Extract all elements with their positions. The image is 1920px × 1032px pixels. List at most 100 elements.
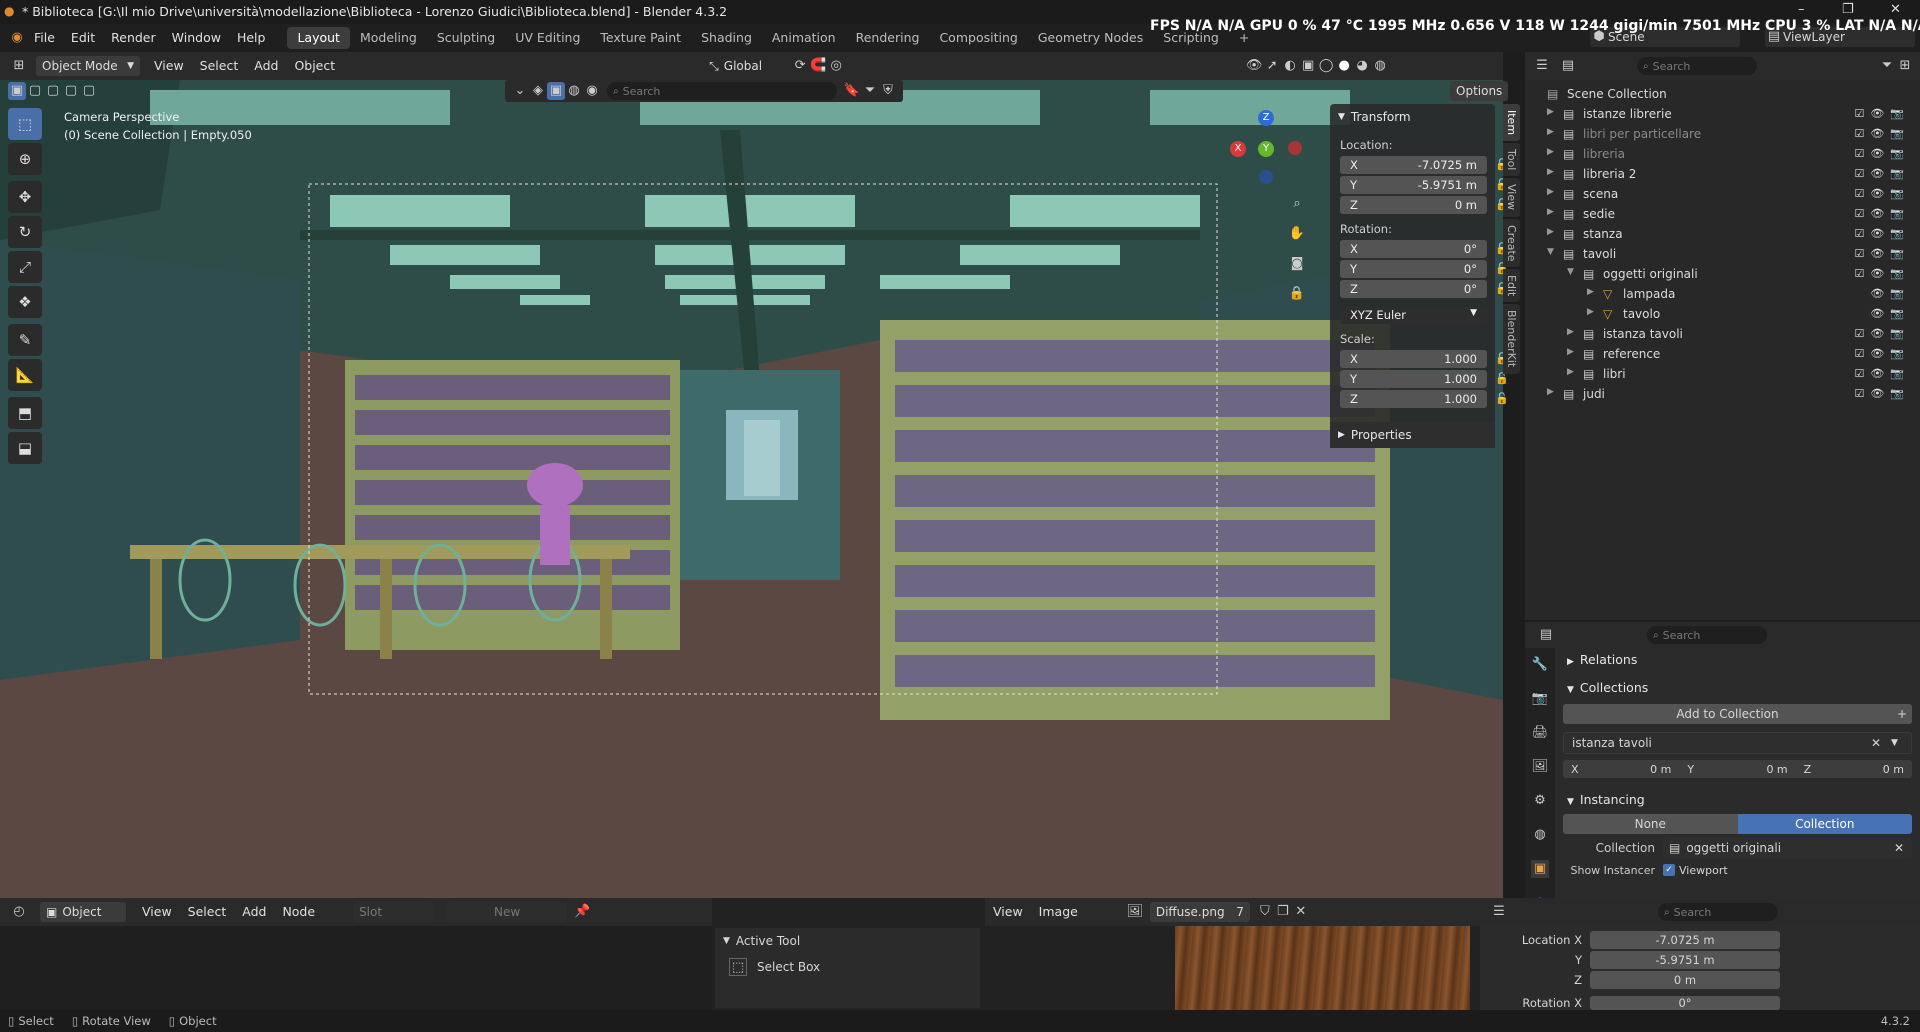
object-filter-icon[interactable]: ▣ [547,82,565,100]
3d-viewport[interactable]: Camera Perspective (0) Scene Collection … [0,80,1503,898]
close-image-icon[interactable]: ✕ [1292,903,1310,921]
visibility-toggles[interactable]: ☑👁📷 [1854,207,1910,220]
wireframe-shading-icon[interactable]: ◯ [1317,57,1335,75]
chevron-right-icon[interactable]: ▶ [1547,227,1554,237]
rotation-z-field[interactable]: Z0°🔓 [1340,280,1509,298]
node-menu-add[interactable]: Add [234,902,274,922]
outliner-row[interactable]: ▶ ▽ tavolo 👁📷 [1525,304,1920,324]
chevron-right-icon[interactable]: ▶ [1567,327,1574,337]
select-invert-icon[interactable]: ▢ [62,82,80,100]
layer-filter-icon[interactable]: ◍ [565,82,583,100]
zoom-icon[interactable]: ⌕ [1288,195,1306,213]
duplicate-image-icon[interactable]: ❐ [1274,903,1292,921]
add-object-tool-icon[interactable]: ⬓ [8,432,42,464]
viewport-menu-object[interactable]: Object [286,56,343,76]
filter-icon[interactable]: ⏷ [1878,57,1896,75]
mode-selector[interactable]: Object Mode ▼ [36,56,140,76]
chevron-down-icon[interactable]: ▼ [1567,267,1574,277]
scene-collection-row[interactable]: ▤ Scene Collection [1525,84,1920,104]
solid-shading-icon[interactable]: ● [1335,57,1353,75]
transform-tool-icon[interactable]: ❖ [8,286,42,318]
tool-tab-icon[interactable]: 🔧 [1531,656,1549,674]
visibility-toggles[interactable]: ☑👁📷 [1854,227,1910,240]
chevron-right-icon[interactable]: ▶ [1567,367,1574,377]
image-name-field[interactable]: Diffuse.png 7 [1149,902,1250,922]
gizmo-neg-z[interactable] [1259,170,1273,184]
outliner-editor-icon[interactable]: ☰ [1533,57,1551,75]
dropdown-icon[interactable]: ⌄ [511,82,529,100]
menu-render[interactable]: Render [103,28,164,48]
properties-editor-icon[interactable]: ▤ [1537,626,1555,644]
outliner-row[interactable]: ▶ ▤ istanza tavoli ☑👁📷 [1525,324,1920,344]
sidebar-tab-create[interactable]: Create [1503,218,1520,268]
xray-icon[interactable]: ▣ [1299,57,1317,75]
fake-user-icon[interactable]: ⛉ [1256,903,1274,921]
outliner-row[interactable]: ▶ ▤ libreria ☑👁📷 [1525,144,1920,164]
instancing-panel[interactable]: ▼ Instancing [1555,788,1920,812]
visibility-toggles[interactable]: ☑👁📷 [1854,127,1910,140]
image-menu-view[interactable]: View [985,902,1031,922]
workspace-tab-geometry-nodes[interactable]: Geometry Nodes [1028,27,1153,49]
location-x-field[interactable]: X-7.0725 m🔓 [1340,156,1509,174]
overlay-icon[interactable]: ◐ [1281,57,1299,75]
viewport-menu-add[interactable]: Add [246,56,286,76]
material-shading-icon[interactable]: ◕ [1353,57,1371,75]
offset-y-field[interactable]: Y 0 m [1679,763,1795,776]
render-tab-icon[interactable]: 📷 [1531,690,1549,708]
viewport-menu-view[interactable]: View [146,56,192,76]
properties-header[interactable]: ▶ Properties [1330,422,1495,448]
cursor-tool-icon[interactable]: ⊕ [8,143,42,175]
offset-x-field[interactable]: X 0 m [1563,763,1679,776]
visibility-toggles[interactable]: ☑👁📷 [1854,327,1910,340]
outliner-row[interactable]: ▼ ▤ tavoli ☑👁📷 [1525,244,1920,264]
world-tab-icon[interactable]: ◍ [1531,826,1549,844]
properties-editor-icon[interactable]: ☰ [1490,903,1508,921]
location-x-field[interactable]: -7.0725 m [1590,931,1780,949]
shader-canvas[interactable] [0,926,712,1010]
new-collection-icon[interactable]: ⊞ [1896,57,1914,75]
lock-icon[interactable]: 🔒 [1288,285,1306,303]
sidebar-tab-blenderkit[interactable]: BlenderKit [1503,304,1520,374]
checkbox-icon[interactable]: ✓ [1663,864,1675,876]
outliner-row[interactable]: ▶ ▤ libri ☑👁📷 [1525,364,1920,384]
select-extend-icon[interactable]: ▢ [26,82,44,100]
rotation-y-field[interactable]: Y0°🔓 [1340,260,1509,278]
bookmark-icon[interactable]: 🔖 [843,82,861,100]
location-z-field[interactable]: 0 m [1590,971,1780,989]
rotation-x-field[interactable]: 0° [1590,996,1780,1010]
outliner-row[interactable]: ▶ ▤ libri per particellare ☑👁📷 [1525,124,1920,144]
rendered-shading-icon[interactable]: ◍ [1371,57,1389,75]
visibility-toggles[interactable]: ☑👁📷 [1854,167,1910,180]
chevron-right-icon[interactable]: ▶ [1547,127,1554,137]
menu-window[interactable]: Window [164,28,229,48]
outliner-row[interactable]: ▶ ▽ lampada 👁📷 [1525,284,1920,304]
pin-icon[interactable]: 📌 [573,903,591,921]
slot-selector[interactable]: Slot [353,902,434,922]
workspace-tab-shading[interactable]: Shading [691,27,762,49]
rotation-x-field[interactable]: X0°🔓 [1340,240,1509,258]
visibility-icon[interactable]: 👁 [1245,57,1263,75]
gizmo-x-axis[interactable]: X [1230,141,1246,157]
select-tool-icon[interactable]: ⬚ [8,108,42,140]
image-menu-image[interactable]: Image [1031,902,1086,922]
chevron-right-icon[interactable]: ▶ [1587,287,1594,297]
workspace-tab-rendering[interactable]: Rendering [846,27,930,49]
new-material-button[interactable]: New [447,902,568,922]
outliner-row[interactable]: ▶ ▤ libreria 2 ☑👁📷 [1525,164,1920,184]
workspace-tab-compositing[interactable]: Compositing [929,27,1027,49]
orientation-selector[interactable]: ⤡ Global [703,56,784,76]
gizmo-y-axis[interactable]: Y [1258,141,1274,157]
sidebar-tab-tool[interactable]: Tool [1503,143,1520,177]
workspace-tab-sculpting[interactable]: Sculpting [427,27,505,49]
menu-help[interactable]: Help [229,28,274,48]
filter-funnel-icon[interactable]: ⏷ [861,82,879,100]
blender-menu-icon[interactable]: ◉ [8,29,26,47]
pan-hand-icon[interactable]: ✋ [1288,225,1306,243]
shield-icon[interactable]: ⛨ [879,82,897,100]
outliner-row[interactable]: ▶ ▤ judi ☑👁📷 [1525,384,1920,404]
rotate-tool-icon[interactable]: ↻ [8,216,42,248]
visibility-toggles[interactable]: ☑👁📷 [1854,387,1910,400]
chevron-right-icon[interactable]: ▶ [1547,147,1554,157]
workspace-tab-animation[interactable]: Animation [762,27,846,49]
chevron-right-icon[interactable]: ▶ [1567,347,1574,357]
